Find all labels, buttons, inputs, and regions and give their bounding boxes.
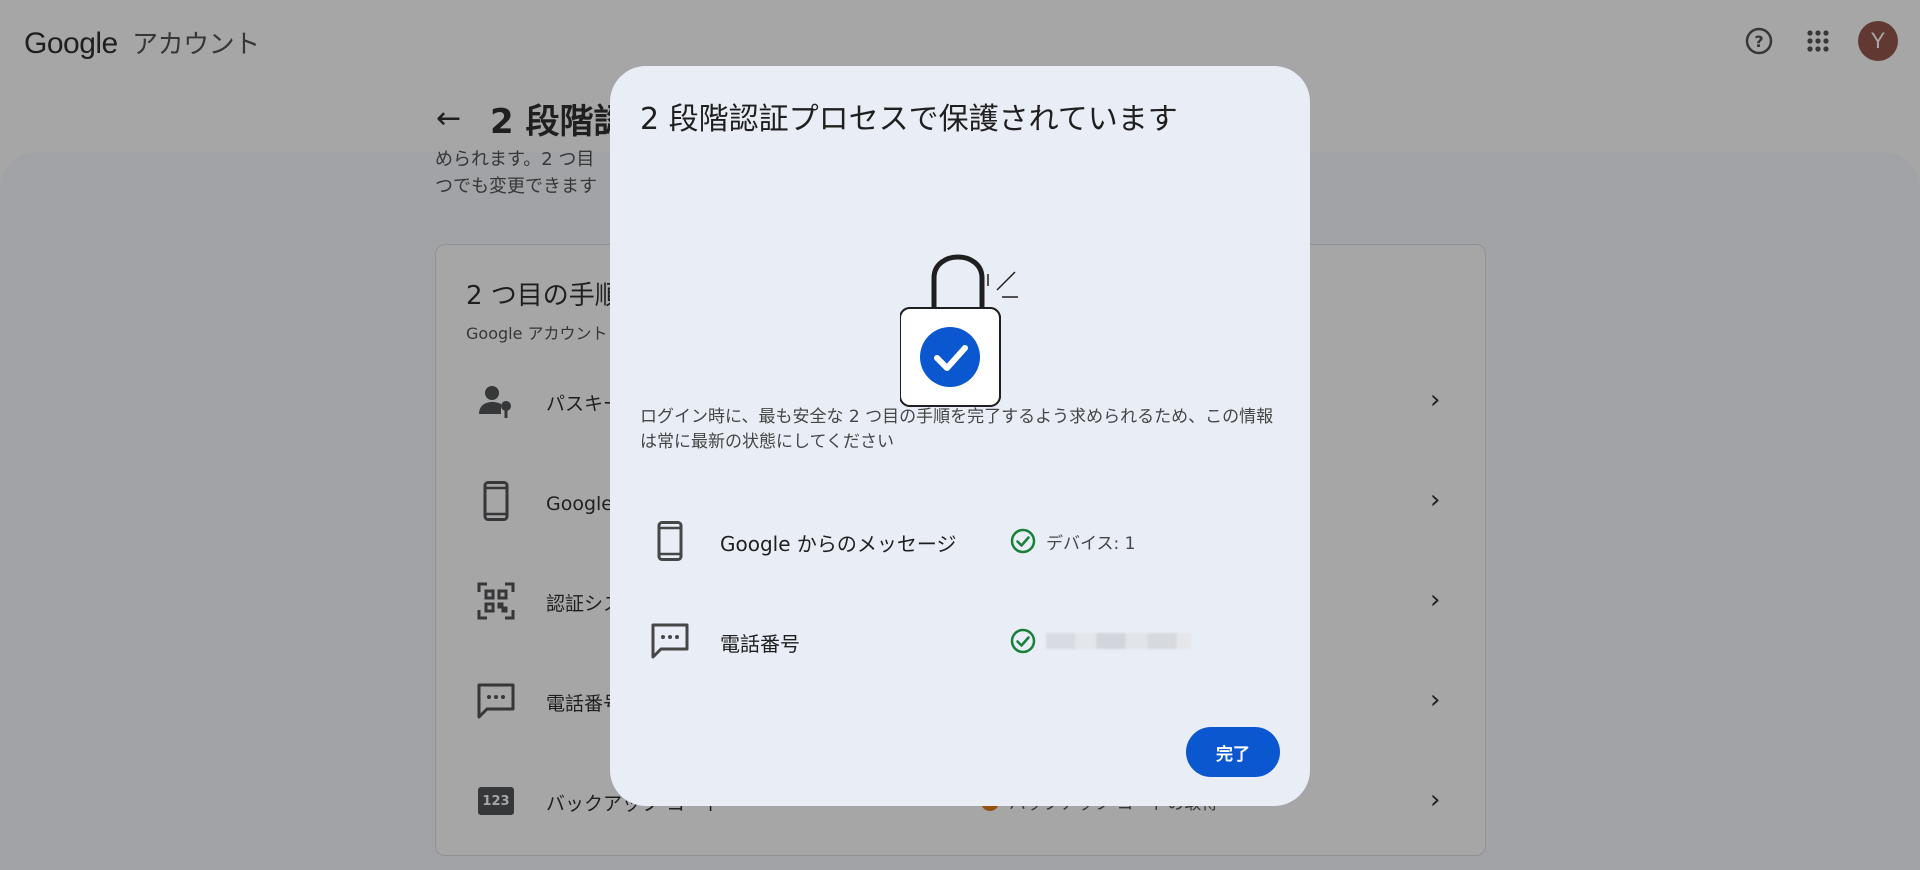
done-button[interactable]: 完了 [1186,727,1280,777]
check-circle-icon [1010,628,1036,654]
redacted-phone-number [1046,633,1191,649]
dialog-method-phone: 電話番号 [640,606,1280,676]
phone-icon [650,516,690,566]
dialog-method-google-prompt: Google からのメッセージ デバイス: 1 [640,506,1280,576]
dialog-title: 2 段階認証プロセスで保護されています [640,102,1178,137]
protected-dialog: 2 段階認証プロセスで保護されています ログイン時に、最も安全な 2 つ目の手順… [610,66,1310,806]
sms-icon [650,616,690,666]
method-label: Google からのメッセージ [720,532,957,556]
dialog-description: ログイン時に、最も安全な 2 つ目の手順を完了するよう求められるため、この情報は… [640,407,1274,452]
method-status: デバイス: 1 [1010,528,1135,554]
check-circle-icon [1010,528,1036,554]
method-label: 電話番号 [720,632,800,656]
method-status [1010,628,1191,654]
lock-check-illustration-icon [899,198,1040,438]
status-text: デバイス: 1 [1046,533,1136,554]
